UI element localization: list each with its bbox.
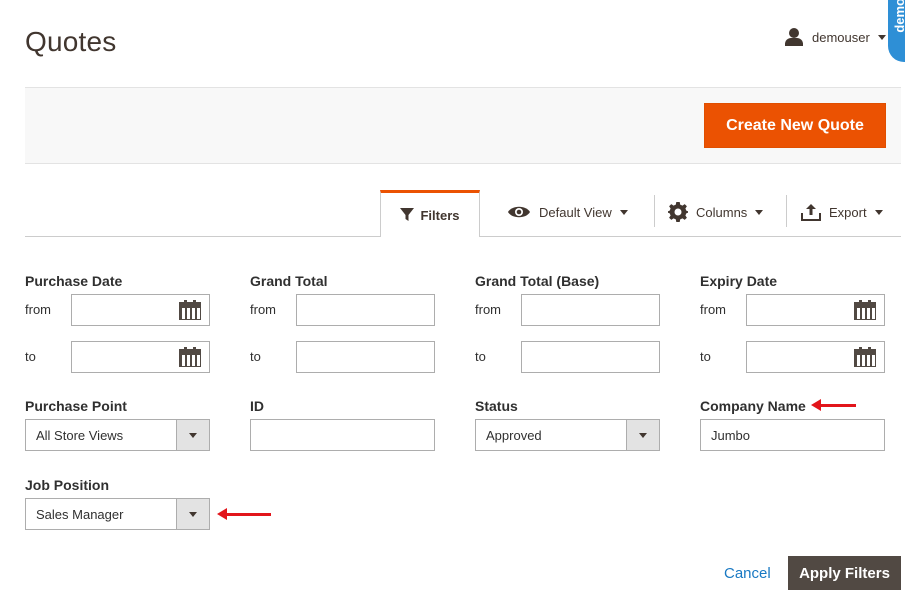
tab-filters-label: Filters	[420, 207, 460, 223]
expiry-date-from-label: from	[700, 302, 726, 317]
grand-total-to-label: to	[250, 349, 261, 364]
grand-total-to-field[interactable]	[296, 341, 435, 373]
grand-total-from-field[interactable]	[296, 294, 435, 326]
purchase-date-from-label: from	[25, 302, 51, 317]
job-position-label: Job Position	[25, 477, 109, 493]
job-position-value: Sales Manager	[36, 506, 124, 522]
calendar-icon[interactable]	[179, 300, 201, 320]
job-position-select[interactable]: Sales Manager	[25, 498, 210, 530]
apply-filters-button[interactable]: Apply Filters	[788, 556, 901, 590]
create-new-quote-button[interactable]: Create New Quote	[704, 103, 886, 148]
purchase-date-to-label: to	[25, 349, 36, 364]
calendar-icon[interactable]	[854, 347, 876, 367]
columns-label: Columns	[696, 204, 748, 220]
company-name-input[interactable]: Jumbo	[700, 419, 885, 451]
purchase-date-from-field[interactable]	[71, 294, 210, 326]
toolbar-separator	[654, 195, 655, 227]
grand-total-base-label: Grand Total (Base)	[475, 273, 600, 289]
columns-control[interactable]: Columns	[668, 200, 764, 224]
chevron-down-icon	[619, 209, 628, 215]
view-switcher-label: Default View	[539, 204, 612, 220]
grand-total-base-to-field[interactable]	[521, 341, 660, 373]
dropdown-arrow-icon[interactable]	[176, 420, 209, 450]
status-select[interactable]: Approved	[475, 419, 660, 451]
export-control[interactable]: Export	[801, 200, 883, 224]
toolbar-separator	[786, 195, 787, 227]
demo-badge-label: demo	[892, 0, 905, 33]
purchase-date-to-field[interactable]	[71, 341, 210, 373]
grand-total-base-from-field[interactable]	[521, 294, 660, 326]
export-label: Export	[829, 204, 867, 220]
chevron-down-icon	[755, 209, 764, 215]
company-name-label: Company Name	[700, 398, 806, 414]
expiry-date-to-label: to	[700, 349, 711, 364]
page-title: Quotes	[25, 26, 117, 57]
calendar-icon[interactable]	[854, 300, 876, 320]
filter-icon	[400, 208, 415, 221]
expiry-date-from-field[interactable]	[746, 294, 885, 326]
expiry-date-to-field[interactable]	[746, 341, 885, 373]
eye-icon	[508, 206, 530, 218]
id-label: ID	[250, 398, 264, 414]
tab-filters[interactable]: Filters	[380, 190, 480, 237]
annotation-arrow	[217, 508, 271, 520]
export-icon	[801, 204, 821, 221]
grand-total-from-label: from	[250, 302, 276, 317]
purchase-point-value: All Store Views	[36, 427, 124, 443]
user-name: demouser	[812, 29, 870, 45]
user-icon	[784, 27, 804, 47]
chevron-down-icon	[877, 34, 886, 40]
view-switcher[interactable]: Default View	[507, 200, 628, 224]
grand-total-base-to-label: to	[475, 349, 486, 364]
status-value: Approved	[486, 427, 542, 443]
purchase-point-label: Purchase Point	[25, 398, 127, 414]
purchase-point-select[interactable]: All Store Views	[25, 419, 210, 451]
gear-icon	[668, 202, 688, 222]
demo-badge[interactable]: demo	[888, 0, 905, 62]
status-label: Status	[475, 398, 518, 414]
chevron-down-icon	[874, 209, 883, 215]
dropdown-arrow-icon[interactable]	[176, 499, 209, 529]
purchase-date-label: Purchase Date	[25, 273, 123, 289]
dropdown-arrow-icon[interactable]	[626, 420, 659, 450]
expiry-date-label: Expiry Date	[700, 273, 778, 289]
cancel-button[interactable]: Cancel	[724, 565, 771, 582]
annotation-arrow	[811, 399, 856, 411]
calendar-icon[interactable]	[179, 347, 201, 367]
grand-total-base-from-label: from	[475, 302, 501, 317]
grand-total-label: Grand Total	[250, 273, 328, 289]
id-input[interactable]	[250, 419, 435, 451]
user-menu[interactable]: demouser	[784, 27, 886, 47]
